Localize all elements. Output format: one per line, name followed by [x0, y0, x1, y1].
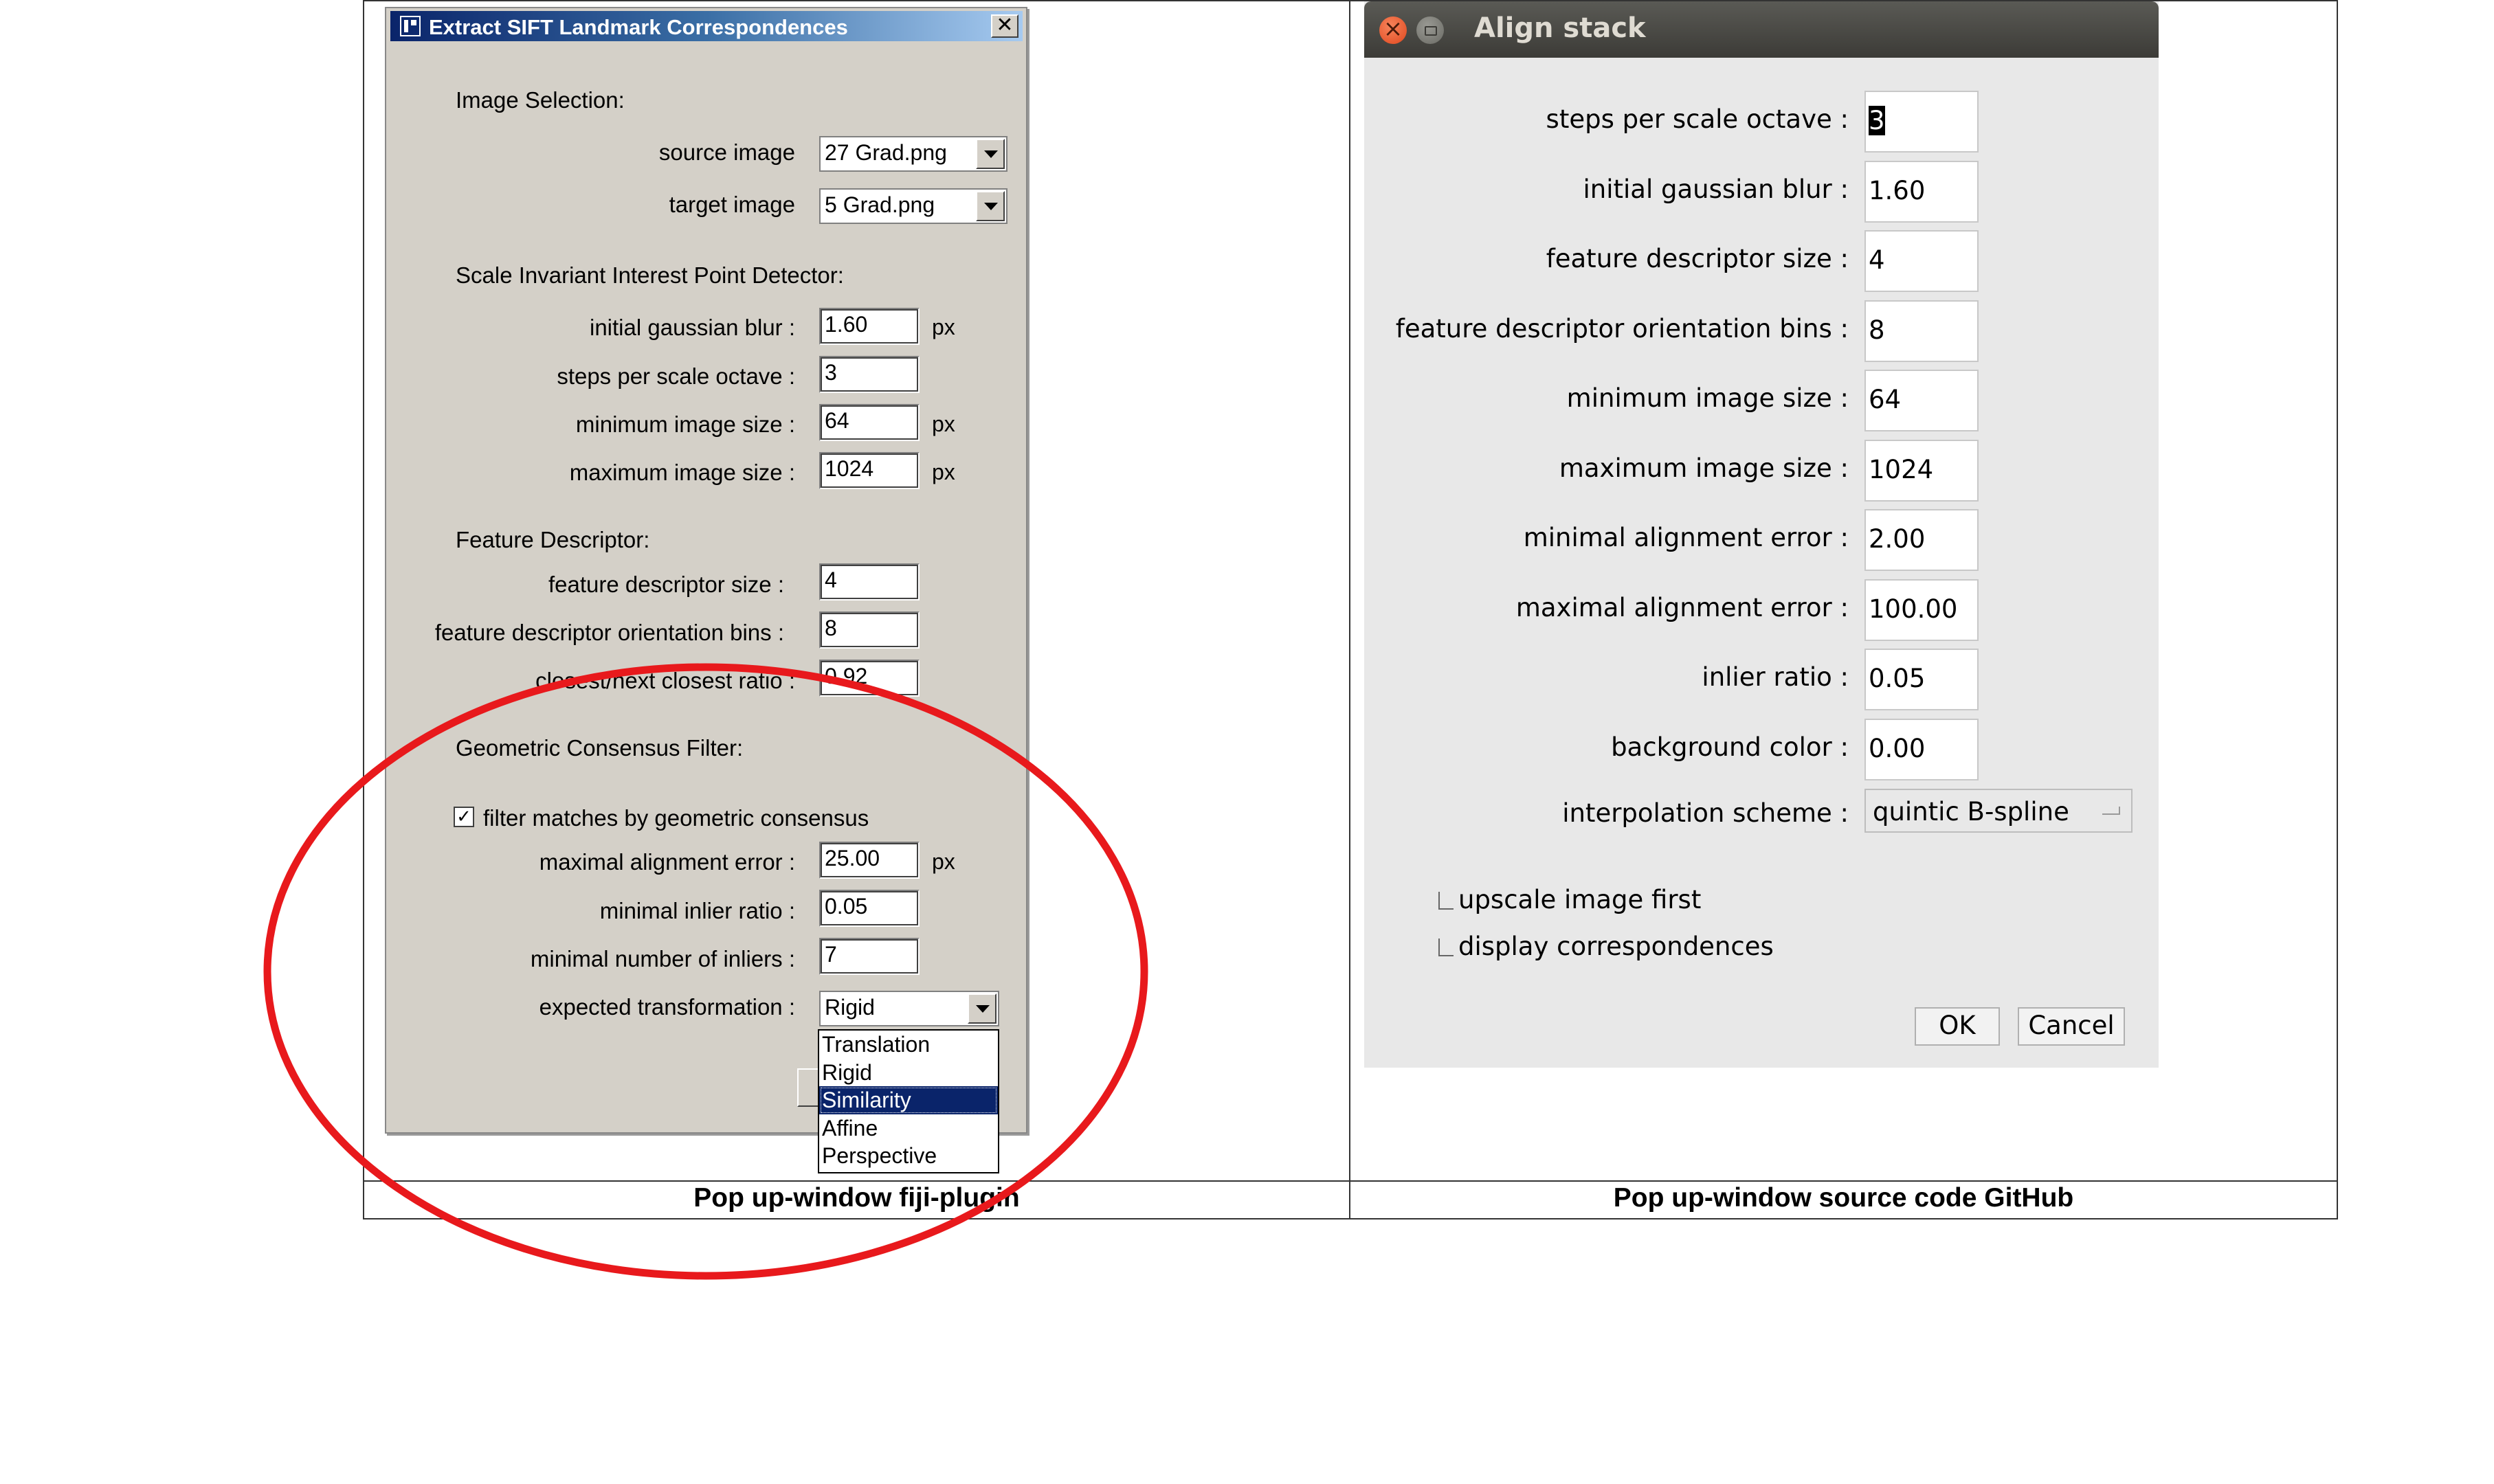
annotation-ellipse	[263, 663, 1148, 1280]
red-ellipse	[263, 663, 1148, 1280]
